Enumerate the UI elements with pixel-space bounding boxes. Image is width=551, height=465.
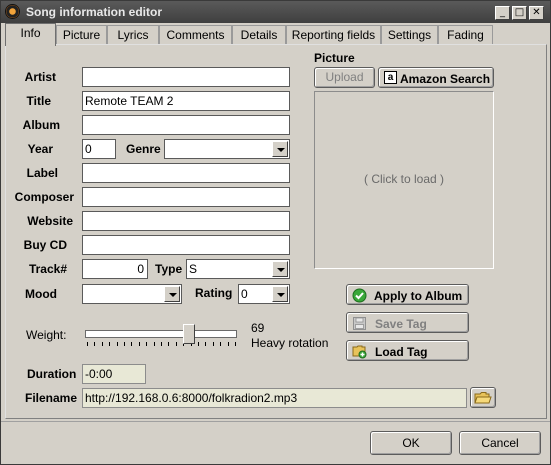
app-logo-icon [5,4,20,19]
genre-label: Genre [126,142,161,156]
ok-button[interactable]: OK [370,431,452,455]
load-folder-icon [352,345,367,359]
slider-tick [139,342,140,346]
year-field[interactable]: 0 [82,139,116,159]
mood-label: Mood [25,287,57,301]
tab-fading[interactable]: Fading [438,25,493,45]
slider-tick [124,342,125,346]
track-label: Track# [28,262,67,276]
maximize-button[interactable]: □ [512,6,527,20]
save-disk-icon [353,317,366,330]
weight-slider-track[interactable] [85,330,237,338]
picture-placeholder: ( Click to load ) [363,172,445,186]
weight-description: Heavy rotation [251,336,329,350]
chevron-down-icon[interactable] [272,286,288,302]
folder-icon [474,392,492,404]
slider-tick [235,342,236,346]
filename-field[interactable]: http://192.168.0.6:8000/folkradion2.mp3 [82,388,467,408]
rating-select[interactable]: 0 [238,284,290,304]
composer-field[interactable] [82,187,290,207]
weight-value: 69 [251,321,265,335]
minimize-button[interactable]: _ [495,6,510,20]
duration-field: -0:00 [82,364,146,384]
amazon-search-button[interactable]: a Amazon Search [378,67,494,88]
tab-details[interactable]: Details [232,25,286,45]
buy-cd-label: Buy CD [23,238,67,252]
artist-field[interactable] [82,67,290,87]
cancel-button[interactable]: Cancel [459,431,541,455]
type-value: S [189,262,198,276]
slider-tick [161,342,162,346]
tab-picture[interactable]: Picture [56,25,107,45]
slider-tick [205,342,206,346]
website-field[interactable] [82,211,290,231]
save-tag-label: Save Tag [375,317,427,331]
genre-select[interactable] [164,139,290,159]
tab-comments[interactable]: Comments [159,25,232,45]
title-field[interactable]: Remote TEAM 2 [82,91,290,111]
weight-label: Weight: [26,328,67,342]
slider-tick [154,342,155,346]
chevron-down-icon[interactable] [272,261,288,277]
year-label: Year [27,142,53,156]
weight-slider-thumb[interactable] [183,324,195,344]
mood-select[interactable] [82,284,182,304]
chevron-down-icon[interactable] [272,141,288,157]
slider-tick [146,342,147,346]
tab-info[interactable]: Info [5,23,56,46]
label-field[interactable] [82,163,290,183]
check-circle-icon [352,288,367,303]
filename-label: Filename [25,391,78,405]
album-label: Album [22,118,60,132]
load-tag-button[interactable]: Load Tag [346,340,469,361]
title-label: Title [26,94,51,108]
picture-heading: Picture [314,51,355,65]
upload-button[interactable]: Upload [314,67,375,88]
amazon-search-label: Amazon Search [400,72,491,86]
artist-label: Artist [24,70,56,84]
chevron-down-icon[interactable] [164,286,180,302]
title-bar[interactable]: Song information editor _ □ ✕ [1,1,550,23]
slider-tick [213,342,214,346]
composer-label: Composer [14,190,74,204]
album-field[interactable] [82,115,290,135]
song-info-editor-window: Song information editor _ □ ✕ Info Pictu… [0,0,551,465]
slider-tick [109,342,110,346]
footer-divider [1,421,550,422]
tab-strip: Info Picture Lyrics Comments Details Rep… [1,23,550,46]
website-label: Website [27,214,73,228]
tab-reporting-fields[interactable]: Reporting fields [286,25,381,45]
picture-drop-area[interactable]: ( Click to load ) [314,91,494,269]
slider-tick [94,342,95,346]
tab-lyrics[interactable]: Lyrics [107,25,159,45]
label-label: Label [26,166,58,180]
window-title: Song information editor [26,5,162,19]
apply-to-album-label: Apply to Album [374,289,463,303]
load-tag-label: Load Tag [375,345,428,359]
slider-tick [102,342,103,346]
slider-tick [220,342,221,346]
tab-settings[interactable]: Settings [381,25,438,45]
amazon-logo-icon: a [384,71,397,84]
close-button[interactable]: ✕ [529,6,544,20]
slider-tick [117,342,118,346]
save-tag-button[interactable]: Save Tag [346,312,469,333]
apply-to-album-button[interactable]: Apply to Album [346,284,469,305]
slider-tick [131,342,132,346]
buy-cd-field[interactable] [82,235,290,255]
rating-value: 0 [241,287,248,301]
slider-tick [176,342,177,346]
slider-tick [168,342,169,346]
rating-label: Rating [195,286,233,300]
slider-tick [87,342,88,346]
slider-tick [228,342,229,346]
slider-tick [198,342,199,346]
type-select[interactable]: S [186,259,290,279]
duration-label: Duration [27,367,77,381]
type-label: Type [155,262,183,276]
browse-folder-button[interactable] [470,387,496,408]
track-field[interactable]: 0 [82,259,148,279]
